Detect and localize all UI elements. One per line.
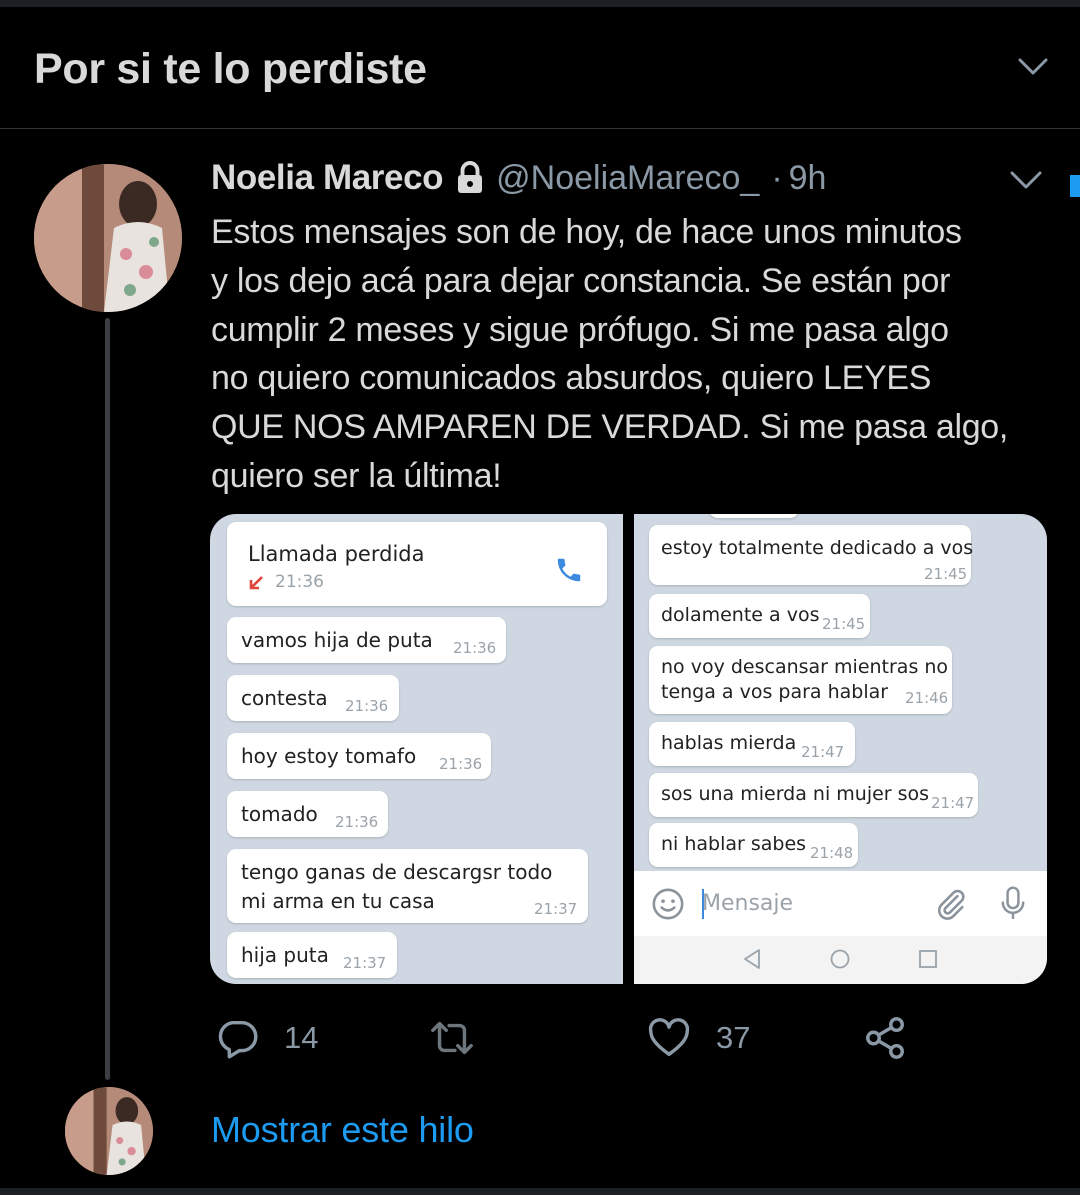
message-text: no voy descansar mientras no	[661, 656, 949, 678]
message-text: tomado	[241, 802, 318, 826]
message-time: 21:48	[810, 844, 854, 862]
tweet-text-line: cumplir 2 meses y sigue prófugo. Si me p…	[211, 310, 949, 349]
heart-icon	[648, 1018, 690, 1057]
tweet-text-line: y los dejo acá para dejar constancia. Se…	[211, 261, 951, 300]
missed-call-bubble: Llamada perdida 21:36	[227, 522, 607, 606]
message-input-bar: Mensaje	[634, 871, 1047, 936]
paperclip-icon	[937, 889, 965, 920]
message-bubble: vamos hija de puta 21:36	[227, 617, 506, 663]
phone-icon	[557, 558, 581, 582]
message-time: 21:37	[343, 954, 387, 972]
message-bubble: hija puta 21:37	[227, 932, 397, 978]
message-bubble: hoy estoy tomafo 21:36	[227, 733, 491, 779]
message-text: dolamente a vos	[661, 604, 820, 626]
message-text: hija puta	[241, 943, 329, 967]
avatar[interactable]	[34, 164, 182, 312]
tweet-text-line: quiero ser la última!	[211, 456, 502, 495]
missed-call-title: Llamada perdida	[248, 542, 425, 566]
message-time: 21:36	[335, 813, 379, 831]
message-bubble: contesta 21:36	[227, 675, 399, 721]
share-button[interactable]	[862, 1015, 908, 1061]
media-image-right[interactable]: estoy totalmente dedicado a vos 21:45 do…	[634, 514, 1047, 984]
message-time: 21:47	[801, 743, 845, 761]
media-image-left[interactable]: Llamada perdida 21:36 vamos hija de puta…	[210, 514, 623, 984]
retweet-icon	[431, 1021, 473, 1055]
tweet-meta: Noelia Mareco @NoeliaMareco_ · 9h	[211, 158, 826, 198]
message-time: 21:46	[905, 689, 949, 707]
tweet-time[interactable]: 9h	[789, 159, 827, 198]
section-title: Por si te lo perdiste	[34, 45, 427, 93]
author-name[interactable]: Noelia Mareco	[211, 158, 444, 198]
like-count: 37	[716, 1020, 751, 1055]
message-bubble: dolamente a vos 21:45	[649, 594, 870, 638]
share-icon	[866, 1017, 904, 1059]
message-time: 21:36	[345, 697, 389, 715]
meta-separator: ·	[771, 158, 783, 197]
thread-line	[105, 318, 110, 1080]
tweet-actions: 14 37	[0, 1015, 1080, 1075]
microphone-icon	[1001, 886, 1025, 919]
reply-button[interactable]: 14	[214, 1015, 318, 1061]
tweet-media[interactable]: Llamada perdida 21:36 vamos hija de puta…	[210, 514, 1047, 984]
message-text: vamos hija de puta	[241, 628, 433, 652]
avatar-small[interactable]	[65, 1087, 153, 1175]
author-handle[interactable]: @NoeliaMareco_	[496, 159, 759, 198]
message-text: sos una mierda ni mujer sos	[661, 783, 930, 805]
show-thread-link[interactable]: Mostrar este hilo	[211, 1109, 474, 1151]
reply-icon	[218, 1020, 258, 1059]
retweet-button[interactable]	[429, 1015, 475, 1061]
tweet-text: Estos mensajes son de hoy, de hace unos …	[211, 208, 1056, 501]
scroll-indicator	[1070, 175, 1080, 197]
message-text: estoy totalmente dedicado a vos	[661, 537, 974, 559]
bottom-divider	[0, 1188, 1080, 1195]
message-time: 21:47	[931, 794, 975, 812]
chevron-down-icon[interactable]	[1018, 57, 1048, 77]
message-text: mi arma en tu casa	[241, 889, 435, 913]
missed-call-time: 21:36	[275, 572, 324, 592]
message-time: 21:36	[453, 639, 497, 657]
message-text: tengo ganas de descargsr todo	[241, 860, 553, 884]
message-text: ni hablar sabes	[661, 833, 807, 855]
message-bubble: no voy descansar mientras no tenga a vos…	[649, 646, 952, 714]
message-time: 21:45	[822, 615, 866, 633]
message-time: 21:37	[534, 900, 578, 918]
back-icon	[744, 949, 760, 969]
message-bubble-partial	[709, 514, 799, 518]
message-text: contesta	[241, 686, 328, 710]
top-divider	[0, 0, 1080, 7]
message-bubble: ni hablar sabes 21:48	[649, 823, 858, 867]
message-time: 21:45	[924, 565, 968, 583]
message-bubble: tomado 21:36	[227, 791, 388, 837]
tweet-text-line: no quiero comunicados absurdos, quiero L…	[211, 359, 932, 398]
message-input-placeholder: Mensaje	[702, 891, 794, 916]
tweet-text-line: Estos mensajes son de hoy, de hace unos …	[211, 213, 962, 251]
message-bubble: hablas mierda 21:47	[649, 722, 855, 766]
lock-icon	[458, 161, 483, 193]
message-text: hablas mierda	[661, 732, 797, 754]
message-text: tenga a vos para hablar	[661, 681, 889, 703]
recents-icon	[919, 950, 937, 968]
home-icon	[830, 949, 850, 969]
message-bubble: tengo ganas de descargsr todo mi arma en…	[227, 849, 588, 923]
section-header: Por si te lo perdiste	[0, 7, 1080, 129]
chevron-down-icon[interactable]	[1010, 170, 1042, 190]
message-time: 21:36	[439, 755, 483, 773]
tweet[interactable]: Noelia Mareco @NoeliaMareco_ · 9h Estos …	[0, 130, 1080, 1195]
message-bubble: sos una mierda ni mujer sos 21:47	[649, 773, 978, 817]
tweet-text-line: QUE NOS AMPAREN DE VERDAD. Si me pasa al…	[211, 408, 1009, 447]
android-nav-bar	[634, 936, 1047, 984]
like-button[interactable]: 37	[646, 1015, 750, 1061]
emoji-icon	[652, 888, 684, 920]
message-text: hoy estoy tomafo	[241, 744, 417, 768]
reply-count: 14	[284, 1020, 319, 1055]
message-bubble: estoy totalmente dedicado a vos 21:45	[649, 525, 974, 585]
missed-call-arrow-icon	[249, 576, 263, 590]
